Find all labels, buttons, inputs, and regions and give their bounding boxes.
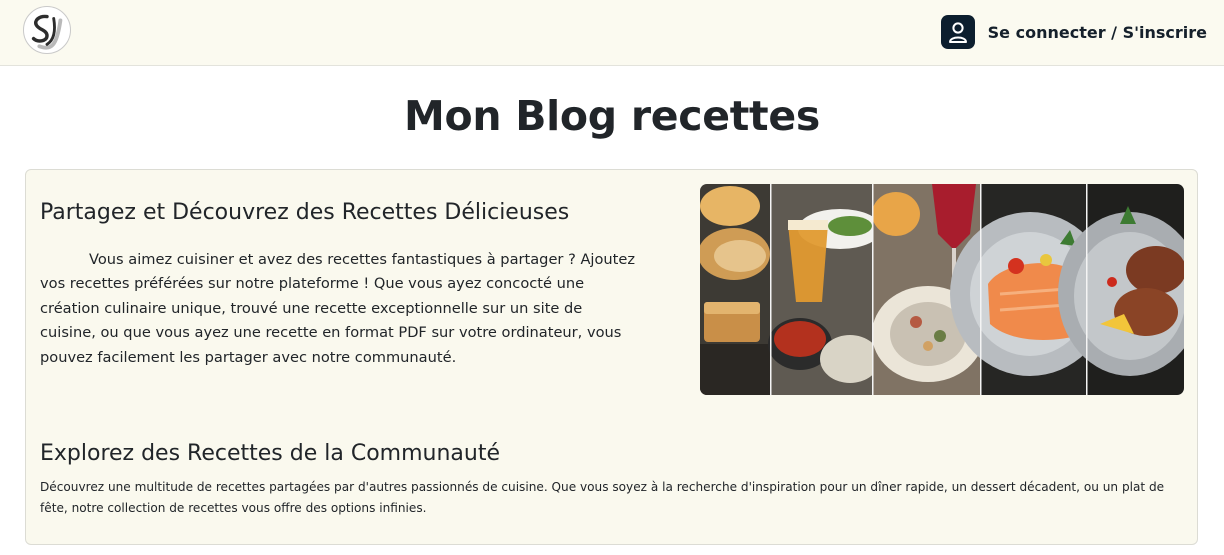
site-logo[interactable]: [23, 6, 71, 54]
food-collage-image: [700, 184, 1184, 395]
explore-paragraph: Découvrez une multitude de recettes part…: [40, 480, 1165, 515]
sj-logo-icon: [24, 7, 70, 53]
intro-heading: Partagez et Découvrez des Recettes Délic…: [40, 200, 570, 225]
login-signup-label: Se connecter / S'inscrire: [987, 22, 1207, 42]
page-title: Mon Blog recettes: [404, 92, 820, 140]
login-signup-link[interactable]: Se connecter / S'inscrire: [940, 15, 1207, 49]
top-navbar: Se connecter / S'inscrire: [0, 0, 1224, 66]
intro-paragraph: Vous aimez cuisiner et avez des recettes…: [40, 251, 636, 366]
user-icon: [940, 15, 975, 49]
explore-heading: Explorez des Recettes de la Communauté: [40, 441, 500, 466]
intro-card: Partagez et Découvrez des Recettes Délic…: [25, 169, 1198, 545]
